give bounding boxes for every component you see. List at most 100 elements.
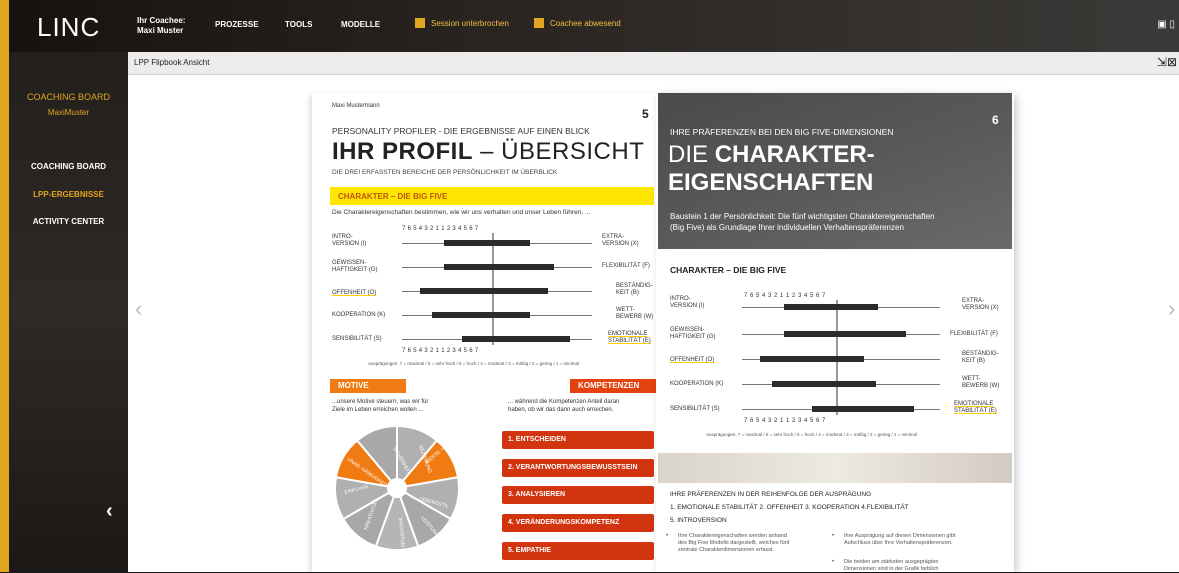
coachee-status-label: Coachee abwesend: [550, 18, 621, 28]
session-status-label: Session unterbrochen: [431, 18, 509, 28]
order-line-2: 5. INTROVERSION: [670, 517, 727, 524]
accent-edge: [0, 0, 9, 572]
divider-image: [658, 453, 1012, 483]
kompetenzen-text: ... während die Kompetenzen Anteil daran…: [508, 399, 620, 413]
row-left-label: GEWISSEN- HAFTIGKEIT (G): [332, 260, 378, 273]
screen-icon[interactable]: ▣: [1157, 19, 1166, 30]
row-right-label: EXTRA- VERSION (X): [602, 234, 639, 247]
sidebar: COACHING BOARD MaxiMuster COACHING BOARD…: [9, 52, 128, 572]
row-bar: [462, 336, 570, 342]
page-kicker-right: IHRE PRÄFERENZEN BEI DEN BIG FIVE-DIMENS…: [670, 127, 894, 137]
row-right-label: EMOTIONALE STABILITÄT (E): [954, 401, 997, 414]
flipbook-page-right: 6 IHRE PRÄFERENZEN BEI DEN BIG FIVE-DIME…: [656, 93, 1014, 572]
kompetenz-item: 5. EMPATHIE: [502, 542, 654, 560]
viewer-header: LPP Flipbook Ansicht ⇲⊠: [128, 52, 1179, 75]
window-icons[interactable]: ▣ ▯: [1157, 19, 1175, 30]
row-right-label: BESTÄNDIG- KEIT (B): [962, 351, 999, 364]
row-left-label: INTRO- VERSION (I): [332, 234, 367, 247]
nav-tools[interactable]: TOOLS: [285, 20, 312, 29]
row-right-label: EXTRA- VERSION (X): [962, 298, 999, 311]
page-title-bold: IHR PROFIL: [332, 138, 473, 165]
row-bar: [444, 240, 530, 246]
row-bar: [444, 264, 554, 270]
row-bar: [812, 406, 914, 412]
coachee-label: Ihr Coachee:: [137, 16, 186, 25]
row-right-label: BESTÄNDIG- KEIT (B): [616, 283, 653, 296]
page-desc-right: Baustein 1 der Persönlichkeit: Die fünf …: [670, 212, 935, 232]
page-title-a: DIE: [668, 141, 715, 168]
row-left-label: KOOPERATION (K): [332, 312, 386, 318]
sidebar-item-activity-center[interactable]: ACTIVITY CENTER: [9, 217, 128, 226]
scale-bottom-right: 7 6 5 4 3 2 1 1 2 3 4 5 6 7: [744, 418, 826, 424]
session-status[interactable]: Session unterbrochen: [415, 18, 509, 28]
row-left-label: OFFENHEIT (O): [670, 357, 715, 363]
scale-top: 7 6 5 4 3 2 1 1 2 3 4 5 6 7: [402, 226, 479, 232]
close-icon[interactable]: ⊠: [1167, 55, 1177, 69]
row-left-label: SENSIBILITÄT (S): [670, 406, 720, 412]
scale-legend-left: Ausprägungen: 7 = maximal / 6 = sehr hoc…: [368, 361, 579, 366]
next-page-icon[interactable]: ›: [1168, 296, 1175, 322]
person-name: Maxi Mustermann: [332, 103, 380, 109]
order-title: IHRE PRÄFERENZEN IN DER REIHENFOLGE DER …: [670, 491, 872, 498]
coaching-board-title: COACHING BOARD: [26, 92, 110, 102]
page-kicker-left: PERSONALITY PROFILER - DIE ERGEBNISSE AU…: [332, 126, 590, 136]
row-right-label: WETT- BEWERB (W): [962, 376, 1000, 389]
section-title-left: CHARAKTER – DIE BIG FIVE: [338, 192, 448, 201]
row-bar: [760, 356, 864, 362]
row-left-label: KOOPERATION (K): [670, 381, 724, 387]
scale-bottom: 7 6 5 4 3 2 1 1 2 3 4 5 6 7: [402, 348, 479, 354]
row-left-label: INTRO- VERSION (I): [670, 296, 705, 309]
linc-logo[interactable]: LINC: [37, 12, 100, 43]
row-right-label: EMOTIONALE STABILITÄT (E): [608, 331, 651, 344]
sidebar-item-coaching-board[interactable]: COACHING BOARD: [9, 162, 128, 171]
bullet-text: Ihre Ausprägung auf diesen Dimensionen g…: [844, 533, 956, 546]
row-left-label: SENSIBILITÄT (S): [332, 336, 382, 342]
motive-pie-chart: SICHERHEIT BEZIEHUNG WERTE + SINN LEBENS…: [334, 424, 460, 551]
sidebar-item-lpp-ergebnisse[interactable]: LPP-ERGEBNISSE: [9, 190, 128, 199]
more-icon[interactable]: ▯: [1169, 19, 1175, 30]
row-bar: [420, 288, 548, 294]
page-subtitle-left: DIE DREI ERFASSTEN BEREICHE DER PERSÖNLI…: [332, 169, 558, 176]
session-status-icon: [415, 18, 425, 28]
row-right-label: WETT- BEWERB (W): [616, 307, 654, 320]
motive-header: MOTIVE: [330, 379, 406, 393]
bullet-text: Die beiden am stärksten ausgeprägten Dim…: [844, 559, 939, 572]
coachee-info: Ihr Coachee: Maxi Muster: [137, 16, 185, 36]
page-title-c: EIGENSCHAFTEN: [668, 169, 874, 196]
row-left-label: GEWISSEN- HAFTIGKEIT (G): [670, 327, 716, 340]
row-bar: [772, 381, 876, 387]
page-number-left: 5: [642, 107, 649, 121]
page-title-b: CHARAKTER-: [714, 141, 875, 168]
prev-page-icon[interactable]: ‹: [135, 296, 142, 322]
section-intro-left: Die Charaktereigenschaften bestimmen, wi…: [332, 209, 591, 216]
viewer-title: LPP Flipbook Ansicht: [134, 58, 210, 67]
page-number-right: 6: [992, 113, 999, 127]
row-right-label: FLEXIBILITÄT (F): [950, 331, 998, 337]
scale-top-right: 7 6 5 4 3 2 1 1 2 3 4 5 6 7: [744, 293, 826, 299]
coachee-name: Maxi Muster: [137, 26, 184, 35]
kompetenz-item: 2. VERANTWORTUNGSBEWUSSTSEIN: [502, 459, 654, 477]
coachee-status-icon: [534, 18, 544, 28]
nav-modelle[interactable]: MODELLE: [341, 20, 380, 29]
row-bar: [432, 312, 530, 318]
row-right-label: FLEXIBILITÄT (F): [602, 263, 650, 269]
page-title-rest: – ÜBERSICHT: [473, 138, 645, 165]
collapse-sidebar-icon[interactable]: ‹: [106, 500, 113, 523]
row-left-label: OFFENHEIT (O): [332, 290, 377, 296]
top-bar: LINC Ihr Coachee: Maxi Muster PROZESSE T…: [9, 0, 1179, 52]
kompetenzen-header: KOMPETENZEN: [570, 379, 660, 393]
kompetenz-item: 3. ANALYSIEREN: [502, 486, 654, 504]
viewer-controls: ⇲⊠: [1157, 55, 1177, 69]
nav-prozesse[interactable]: PROZESSE: [215, 20, 259, 29]
order-line-1: 1. EMOTIONALE STABILITÄT 2. OFFENHEIT 3.…: [670, 504, 909, 511]
minimize-icon[interactable]: ⇲: [1157, 55, 1167, 69]
page-title-right: DIE CHARAKTER- EIGENSCHAFTEN: [668, 141, 875, 197]
coaching-board-user: MaxiMuster: [47, 108, 90, 117]
bullet-text: Ihre Charaktereigenschaften werden anhan…: [678, 533, 790, 553]
scale-legend-right: Ausprägungen: 7 = maximal / 6 = sehr hoc…: [706, 432, 917, 437]
flipbook-page-left: Maxi Mustermann 5 PERSONALITY PROFILER -…: [312, 93, 660, 572]
row-bar: [784, 331, 906, 337]
coachee-status[interactable]: Coachee abwesend: [534, 18, 621, 28]
motive-text: ...unsere Motive steuern, was wir für Zi…: [332, 399, 429, 413]
section-title-right: CHARAKTER – DIE BIG FIVE: [670, 265, 787, 275]
